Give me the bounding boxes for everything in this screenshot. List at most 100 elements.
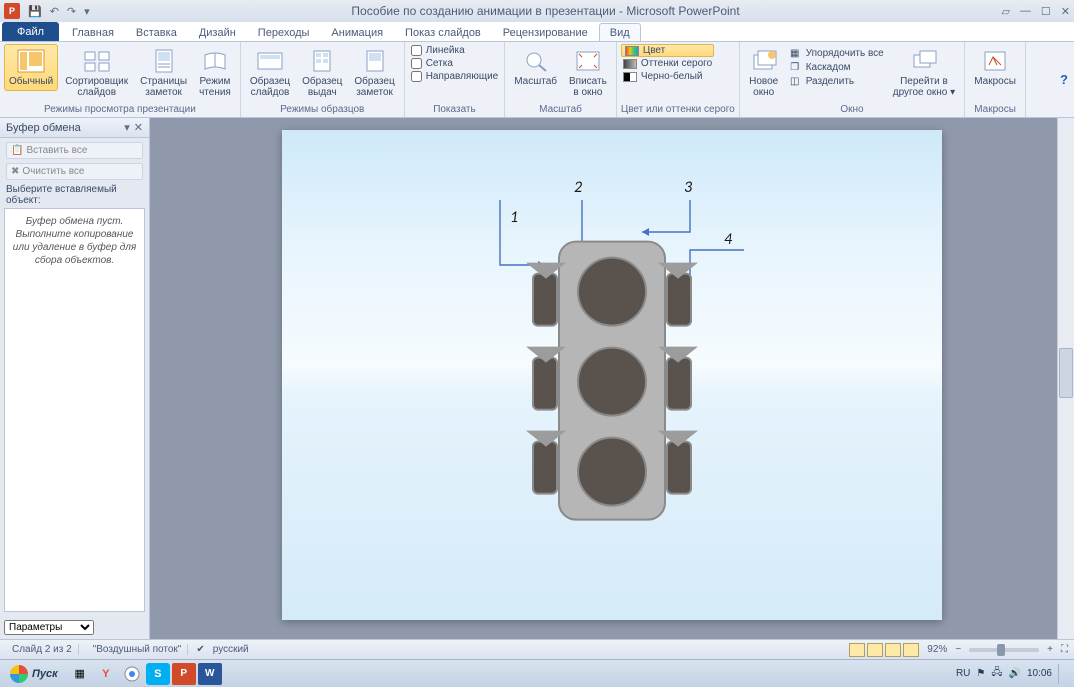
fit-window-icon [573,47,603,75]
bw-option[interactable]: Черно-белый [621,70,714,83]
system-tray: RU ⚑ 🖧 🔊 10:06 [956,664,1072,684]
grayscale-option[interactable]: Оттенки серого [621,57,714,70]
normal-view-btn[interactable] [849,643,865,657]
zoom-slider[interactable] [969,648,1039,652]
reading-view-btn[interactable] [885,643,901,657]
split-button[interactable]: ◫Разделить [786,74,886,88]
macros-label: Макросы [974,77,1016,88]
slide-canvas[interactable]: 1 2 3 4 [282,130,942,620]
tray-network-icon[interactable]: 🖧 [991,665,1002,682]
tray-clock[interactable]: 10:06 [1027,668,1052,679]
handout-master-button[interactable]: Образец выдач [297,44,347,101]
normal-view-icon [16,47,46,75]
slide-sorter-button[interactable]: Сортировщик слайдов [60,44,133,101]
tab-file[interactable]: Файл [2,22,59,41]
panel-header: Буфер обмена ▾✕ [0,118,149,138]
vertical-scrollbar[interactable] [1057,118,1074,639]
reading-view-button[interactable]: Режим чтения [194,44,236,101]
tab-view[interactable]: Вид [599,23,641,41]
slideshow-view-btn[interactable] [903,643,919,657]
show-desktop-button[interactable] [1058,664,1068,684]
switch-window-label: Перейти в другое окно ▾ [893,77,955,98]
paste-all-button[interactable]: 📋Вставить все [6,142,143,159]
notes-master-icon [360,47,390,75]
taskbar-skype[interactable]: S [146,663,170,685]
zoom-level[interactable]: 92% [927,644,947,655]
slide-stage[interactable]: 1 2 3 4 [150,118,1074,639]
traffic-light-body [558,241,666,521]
tab-slideshow[interactable]: Показ слайдов [394,23,492,41]
tab-transitions[interactable]: Переходы [247,23,321,41]
macros-button[interactable]: Макросы [969,44,1021,91]
ribbon: Обычный Сортировщик слайдов Страницы зам… [0,42,1074,118]
arrange-all-button[interactable]: ▦Упорядочить все [786,46,886,60]
taskbar: Пуск ▦ Y S P W RU ⚑ 🖧 🔊 10:06 [0,659,1074,687]
notes-page-button[interactable]: Страницы заметок [135,44,192,101]
panel-body: Буфер обмена пуст. Выполните копирование… [4,208,145,612]
help-icon[interactable]: ? [1060,72,1068,87]
minimize-button[interactable]: — [1020,5,1031,18]
cascade-button[interactable]: ❐Каскадом [786,60,886,74]
fit-slide-button[interactable]: ⛶ [1061,644,1068,655]
taskbar-powerpoint[interactable]: P [172,663,196,685]
sorter-view-btn[interactable] [867,643,883,657]
spellcheck-icon[interactable]: ✔ [196,644,204,655]
callout-2: 2 [574,178,582,197]
ribbon-group-show: Линейка Сетка Направляющие Показать [405,42,506,117]
guides-checkbox[interactable]: Направляющие [409,70,501,83]
ribbon-minimize-icon[interactable]: ▱ [1001,5,1009,18]
normal-view-button[interactable]: Обычный [4,44,58,91]
save-icon[interactable]: 💾 [28,5,42,18]
zoom-button[interactable]: Масштаб [509,44,562,91]
maximize-button[interactable]: ☐ [1041,5,1051,18]
close-button[interactable]: ✕ [1061,5,1070,18]
clipboard-panel: Буфер обмена ▾✕ 📋Вставить все ✖Очистить … [0,118,150,639]
group-label-color: Цвет или оттенки серого [621,103,735,117]
notes-master-button[interactable]: Образец заметок [349,44,399,101]
start-button[interactable]: Пуск [2,663,66,685]
ruler-checkbox[interactable]: Линейка [409,44,501,57]
notes-master-label: Образец заметок [354,77,394,98]
arrange-all-icon: ▦ [788,46,802,60]
new-window-button[interactable]: Новое окно [744,44,784,101]
clear-all-button[interactable]: ✖Очистить все [6,163,143,180]
taskbar-word[interactable]: W [198,663,222,685]
undo-icon[interactable]: ↶ [50,5,59,18]
redo-icon[interactable]: ↷ [67,5,76,18]
slide-master-icon [255,47,285,75]
switch-window-icon [909,47,939,75]
zoom-label: Масштаб [514,77,557,88]
zoom-in-button[interactable]: + [1047,644,1053,655]
tab-home[interactable]: Главная [61,23,125,41]
tray-lang[interactable]: RU [956,668,970,679]
fit-window-button[interactable]: Вписать в окно [564,44,612,101]
traffic-light-shape[interactable] [558,241,666,521]
quick-access-toolbar: 💾 ↶ ↷ ▾ [28,5,90,18]
taskbar-chrome[interactable] [120,663,144,685]
theme-indicator[interactable]: "Воздушный поток" [87,644,189,655]
tab-insert[interactable]: Вставка [125,23,188,41]
group-label-views: Режимы просмотра презентации [4,103,236,117]
slide-indicator[interactable]: Слайд 2 из 2 [6,644,79,655]
tab-animation[interactable]: Анимация [320,23,394,41]
panel-close-icon[interactable]: ✕ [134,121,143,134]
reading-view-label: Режим чтения [199,77,231,98]
taskbar-app-1[interactable]: ▦ [68,663,92,685]
taskbar-yandex[interactable]: Y [94,663,118,685]
start-orb-icon [10,665,28,683]
tab-design[interactable]: Дизайн [188,23,247,41]
panel-dropdown-icon[interactable]: ▾ [124,121,130,134]
group-label-masters: Режимы образцов [245,103,400,117]
switch-window-button[interactable]: Перейти в другое окно ▾ [888,44,960,101]
tray-volume-icon[interactable]: 🔊 [1009,668,1021,679]
tray-flag-icon[interactable]: ⚑ [976,668,985,679]
language-indicator[interactable]: русский [213,644,249,655]
panel-footer: Параметры [0,616,149,639]
color-option[interactable]: Цвет [621,44,714,57]
slide-master-button[interactable]: Образец слайдов [245,44,295,101]
zoom-out-button[interactable]: − [955,644,961,655]
status-bar: Слайд 2 из 2 "Воздушный поток" ✔ русский… [0,639,1074,659]
grid-checkbox[interactable]: Сетка [409,57,501,70]
params-dropdown[interactable]: Параметры [4,620,94,635]
tab-review[interactable]: Рецензирование [492,23,599,41]
